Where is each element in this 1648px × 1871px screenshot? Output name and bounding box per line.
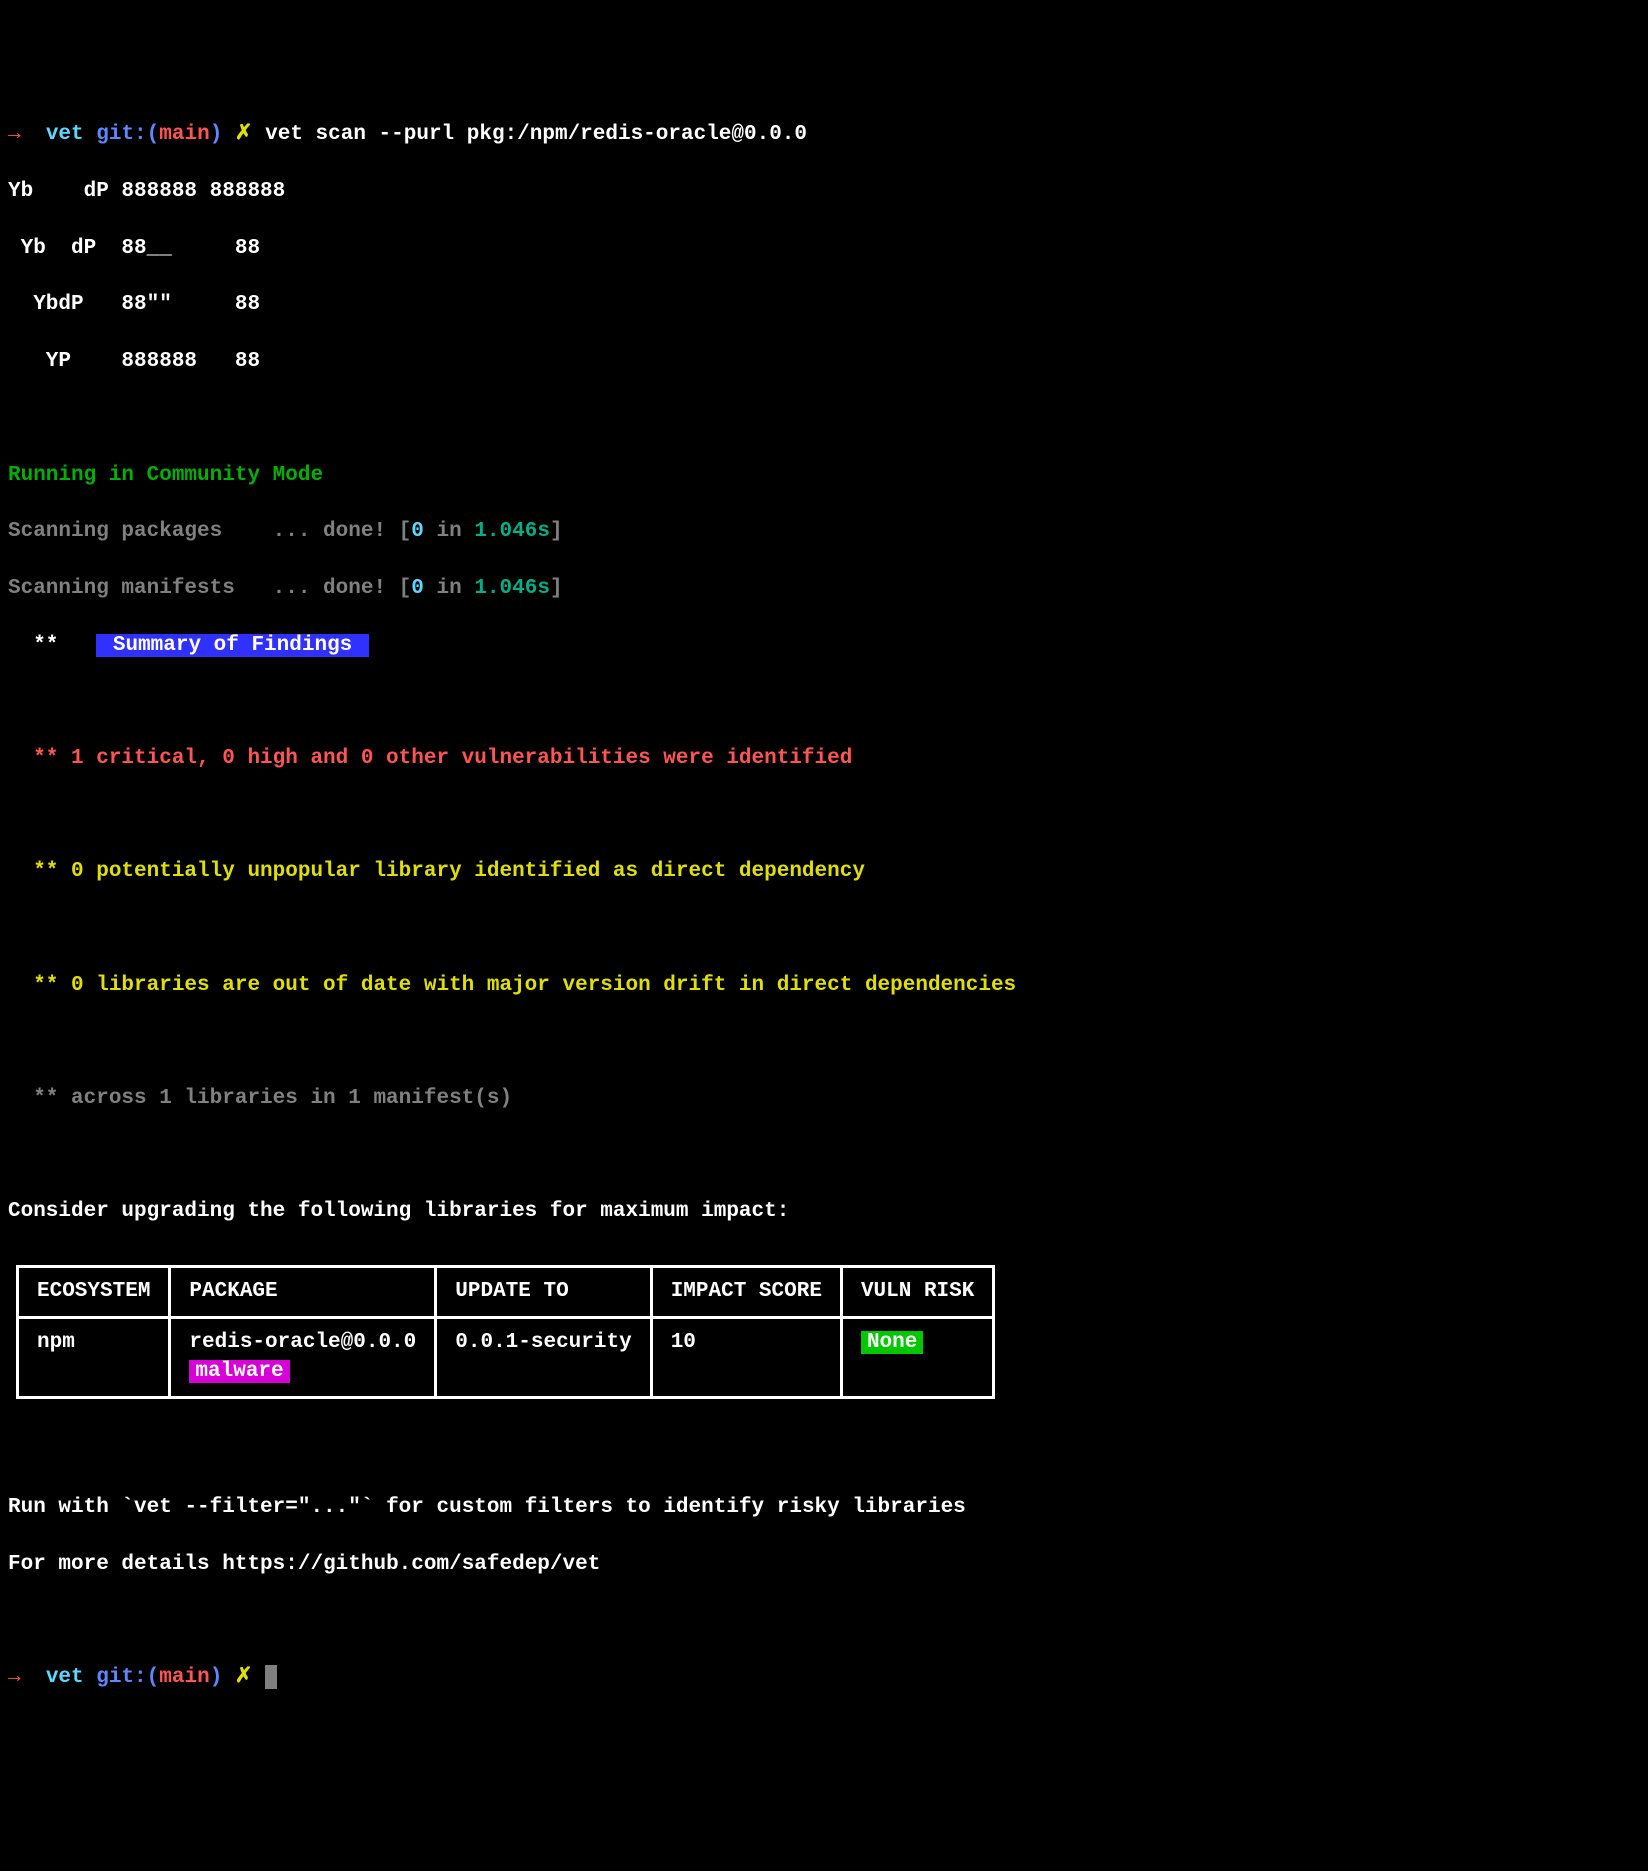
prompt-line-1[interactable]: → vet git:(main) ✗ vet scan --purl pkg:/…: [8, 121, 1640, 149]
upgrade-heading: Consider upgrading the following librari…: [8, 1198, 1640, 1226]
cell-ecosystem: npm: [18, 1318, 170, 1398]
header-impact-score: IMPACT SCORE: [651, 1267, 841, 1318]
finding-across: ** across 1 libraries in 1 manifest(s): [8, 1085, 1640, 1113]
finding-drift: ** 0 libraries are out of date with majo…: [8, 972, 1640, 1000]
terminal-output: → vet git:(main) ✗ vet scan --purl pkg:/…: [8, 121, 1640, 1721]
summary-badge: Summary of Findings: [96, 634, 369, 657]
cursor: [265, 1665, 277, 1689]
scan-line: Scanning manifests ... done! [0 in 1.046…: [8, 575, 1640, 603]
arrow-icon: →: [8, 123, 21, 146]
finding-unpopular: ** 0 potentially unpopular library ident…: [8, 858, 1640, 886]
header-vuln-risk: VULN RISK: [841, 1267, 993, 1318]
git-prefix: git:(: [96, 123, 159, 146]
table-row: npm redis-oracle@0.0.0malware 0.0.1-secu…: [18, 1318, 994, 1398]
repo-url[interactable]: https://github.com/safedep/vet: [222, 1553, 600, 1576]
prompt-line-2[interactable]: → vet git:(main) ✗: [8, 1664, 1640, 1692]
command-text: vet scan --purl pkg:/npm/redis-oracle@0.…: [265, 123, 807, 146]
upgrade-table: ECOSYSTEM PACKAGE UPDATE TO IMPACT SCORE…: [16, 1265, 995, 1399]
footer-details-link: For more details https://github.com/safe…: [8, 1551, 1640, 1579]
finding-critical: ** 1 critical, 0 high and 0 other vulner…: [8, 745, 1640, 773]
mode-line: Running in Community Mode: [8, 462, 1640, 490]
table-header-row: ECOSYSTEM PACKAGE UPDATE TO IMPACT SCORE…: [18, 1267, 994, 1318]
dirty-icon: ✗: [235, 123, 253, 146]
git-branch: main: [159, 123, 209, 146]
dirty-icon: ✗: [235, 1666, 253, 1689]
git-prefix: git:(: [96, 1666, 159, 1689]
header-update-to: UPDATE TO: [436, 1267, 651, 1318]
header-ecosystem: ECOSYSTEM: [18, 1267, 170, 1318]
scan-line: Scanning packages ... done! [0 in 1.046s…: [8, 518, 1640, 546]
arrow-icon: →: [8, 1666, 21, 1689]
summary-heading: ** Summary of Findings: [8, 632, 1640, 660]
cell-risk: None: [841, 1318, 993, 1398]
prompt-dir: vet: [46, 1666, 84, 1689]
risk-badge: None: [861, 1331, 923, 1354]
ascii-art-line: YP 888888 88: [8, 348, 1640, 376]
ascii-art-line: YbdP 88"" 88: [8, 291, 1640, 319]
cell-impact: 10: [651, 1318, 841, 1398]
footer-filter-hint: Run with `vet --filter="..."` for custom…: [8, 1494, 1640, 1522]
ascii-art-line: Yb dP 88__ 88: [8, 235, 1640, 263]
git-suffix: ): [210, 1666, 223, 1689]
ascii-art-line: Yb dP 888888 888888: [8, 178, 1640, 206]
git-branch: main: [159, 1666, 209, 1689]
git-suffix: ): [210, 123, 223, 146]
cell-package: redis-oracle@0.0.0malware: [170, 1318, 436, 1398]
cell-update-to: 0.0.1-security: [436, 1318, 651, 1398]
prompt-dir: vet: [46, 123, 84, 146]
malware-badge: malware: [189, 1360, 289, 1383]
header-package: PACKAGE: [170, 1267, 436, 1318]
